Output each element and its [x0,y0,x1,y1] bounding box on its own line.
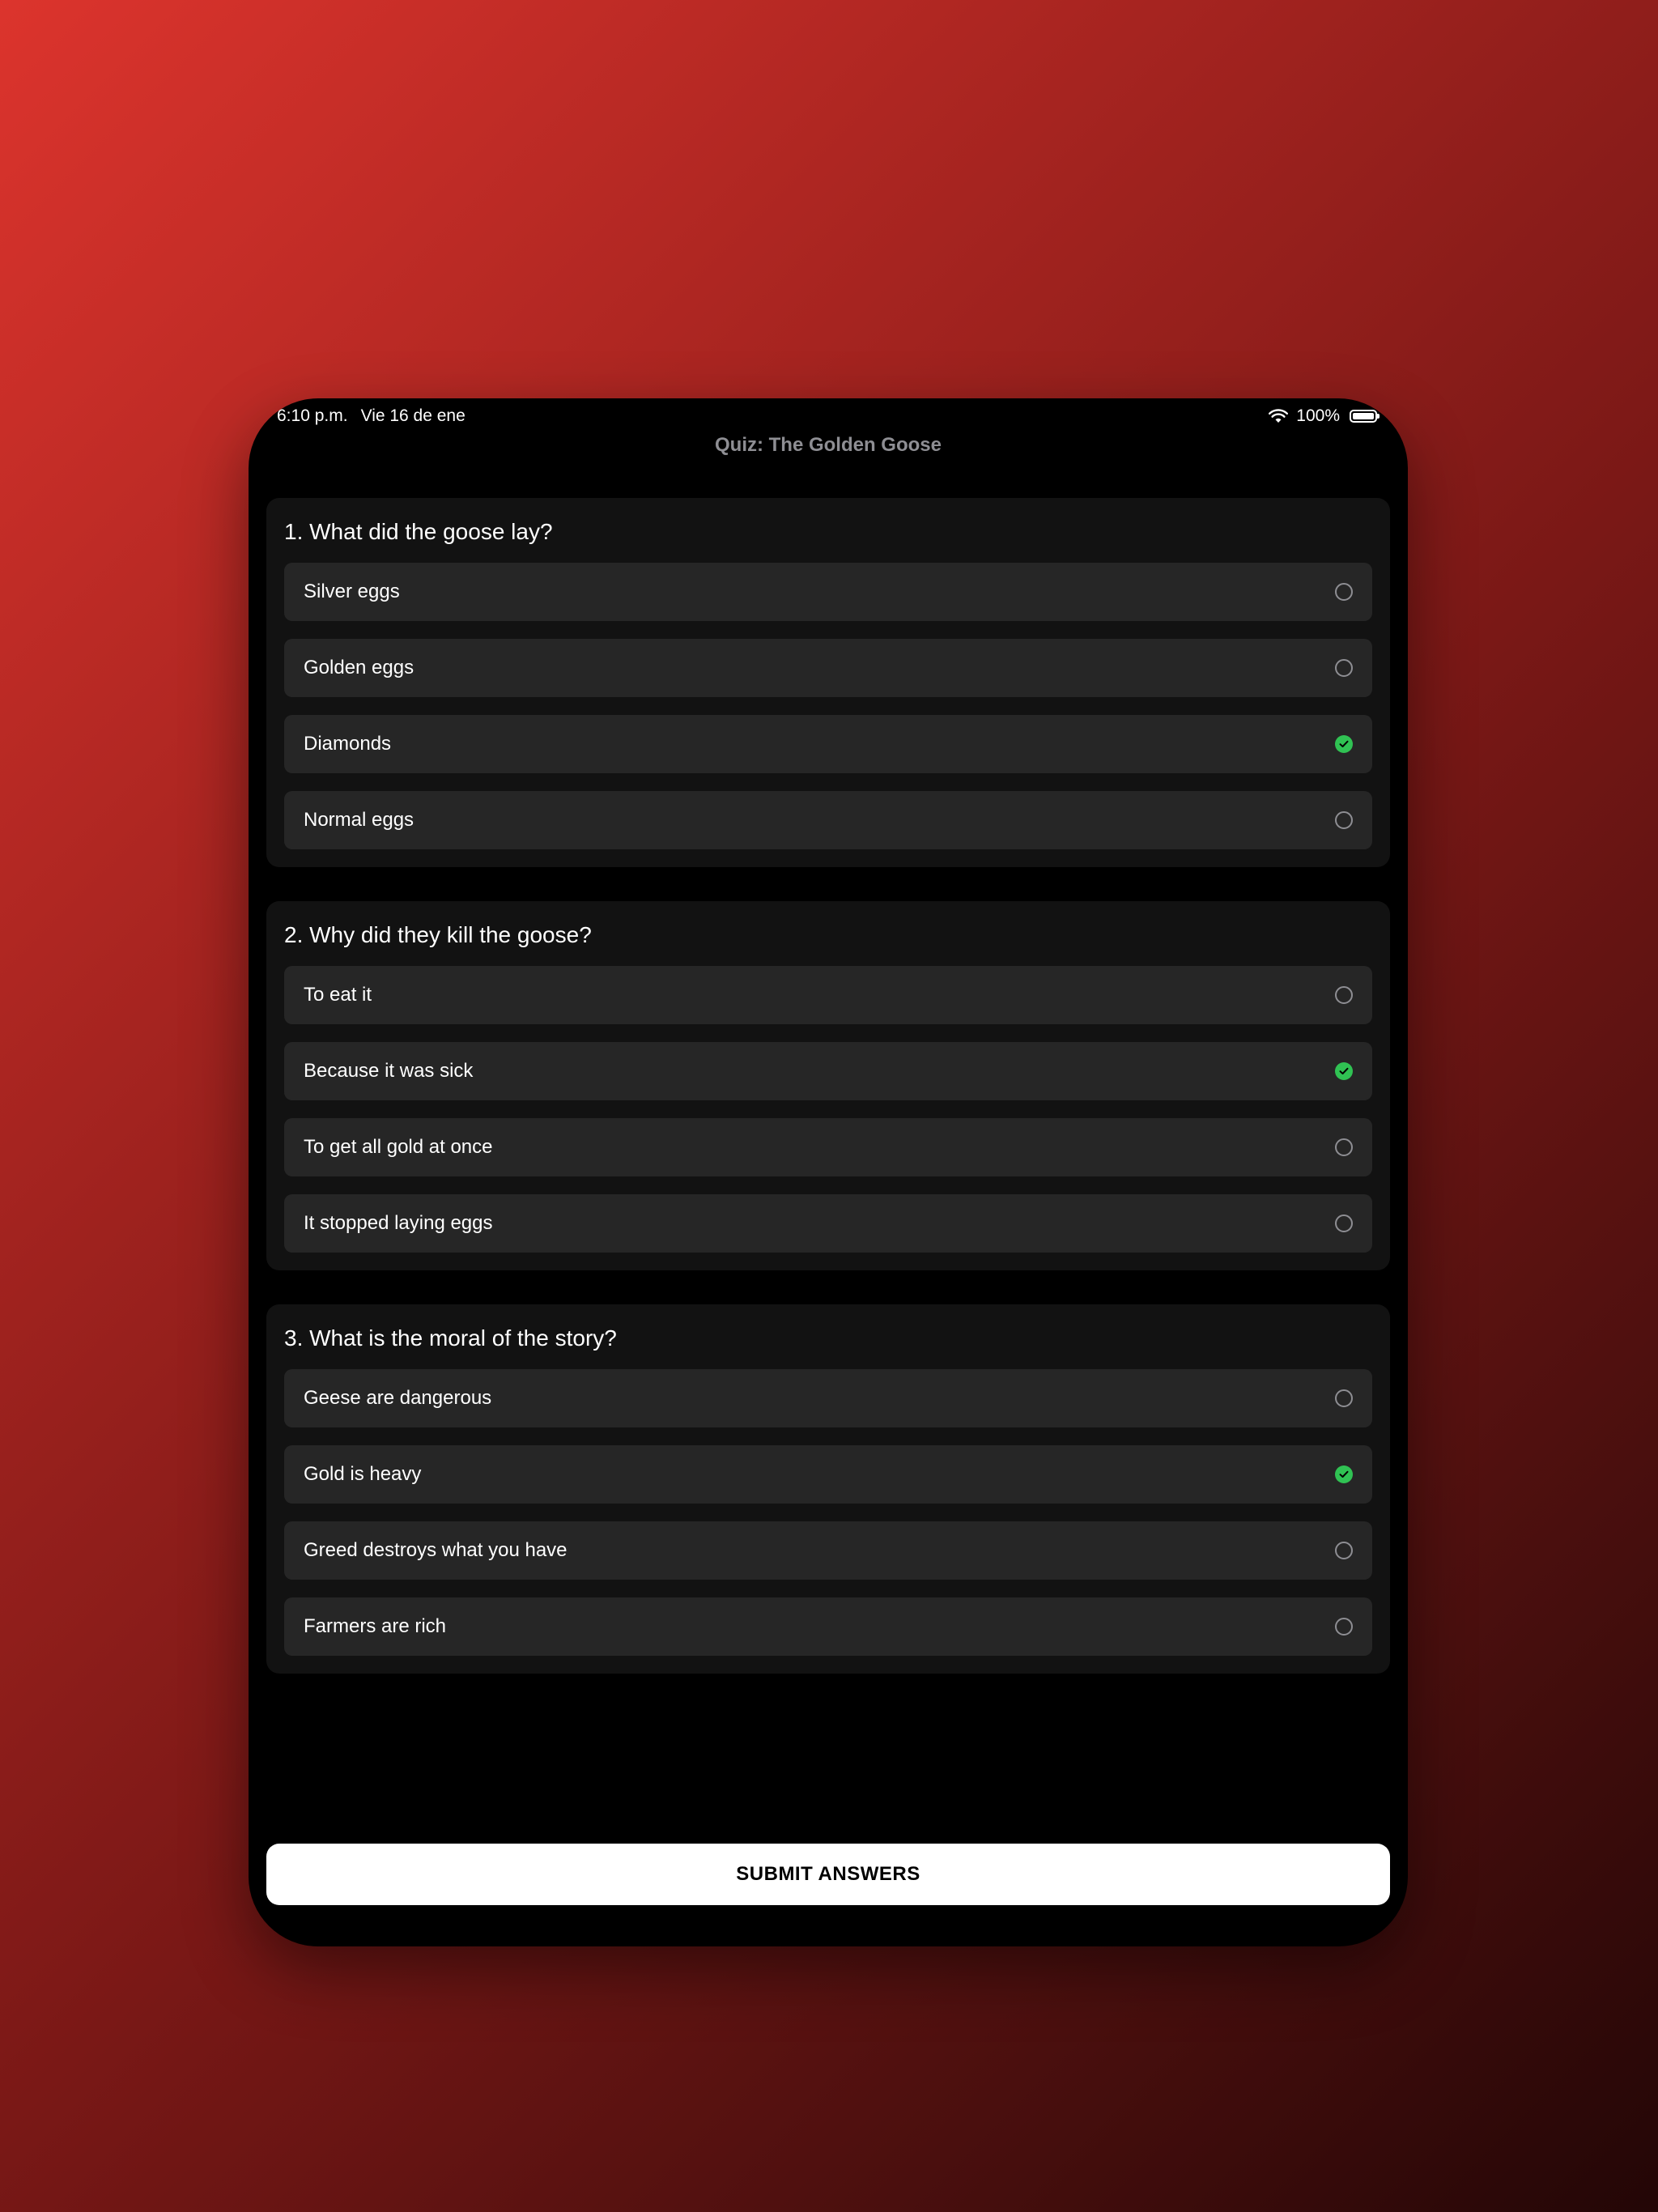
option-to-eat-it[interactable]: To eat it [284,966,1372,1024]
battery-icon [1350,410,1380,423]
question-card-3: 3. What is the moral of the story? Geese… [266,1304,1390,1674]
option-label: To eat it [304,984,372,1006]
option-label: Farmers are rich [304,1615,447,1637]
status-date: Vie 16 de ene [360,406,466,425]
radio-unchecked-icon[interactable] [1335,659,1353,677]
option-label: Because it was sick [304,1060,474,1082]
option-label: Normal eggs [304,809,414,831]
option-normal-eggs[interactable]: Normal eggs [284,791,1372,849]
radio-unchecked-icon[interactable] [1335,1542,1353,1559]
submit-answers-button[interactable]: SUBMIT ANSWERS [266,1844,1390,1905]
question-card-2: 2. Why did they kill the goose? To eat i… [266,901,1390,1270]
option-golden-eggs[interactable]: Golden eggs [284,639,1372,697]
question-title: 2. Why did they kill the goose? [284,922,592,947]
quiz-content: 1. What did the goose lay? Silver eggs G… [266,498,1390,1708]
status-left: 6:10 p.m. Vie 16 de ene [277,406,466,426]
status-bar: 6:10 p.m. Vie 16 de ene 100% [249,398,1408,434]
radio-unchecked-icon[interactable] [1335,583,1353,601]
option-label: To get all gold at once [304,1136,493,1158]
radio-unchecked-icon[interactable] [1335,1389,1353,1407]
question-title: 3. What is the moral of the story? [284,1325,617,1351]
option-farmers-are-rich[interactable]: Farmers are rich [284,1597,1372,1656]
radio-unchecked-icon[interactable] [1335,811,1353,829]
page-title: Quiz: The Golden Goose [714,434,942,456]
ipad-screen: 6:10 p.m. Vie 16 de ene 100% Quiz: The G… [249,398,1408,1946]
radio-unchecked-icon[interactable] [1335,1138,1353,1156]
status-right: 100% [1269,406,1380,426]
radio-unchecked-icon[interactable] [1335,1214,1353,1232]
option-label: Silver eggs [304,581,400,602]
option-label: It stopped laying eggs [304,1212,493,1234]
option-diamonds[interactable]: Diamonds [284,715,1372,773]
status-time: 6:10 p.m. [277,406,348,425]
radio-unchecked-icon[interactable] [1335,1618,1353,1636]
option-label: Diamonds [304,733,392,755]
option-gold-is-heavy[interactable]: Gold is heavy [284,1445,1372,1504]
battery-percent: 100% [1296,406,1340,425]
option-label: Gold is heavy [304,1463,422,1485]
option-greed-destroys[interactable]: Greed destroys what you have [284,1521,1372,1580]
option-silver-eggs[interactable]: Silver eggs [284,563,1372,621]
question-card-1: 1. What did the goose lay? Silver eggs G… [266,498,1390,867]
checkmark-circle-icon[interactable] [1335,735,1353,753]
radio-unchecked-icon[interactable] [1335,986,1353,1004]
option-label: Geese are dangerous [304,1387,492,1409]
question-title: 1. What did the goose lay? [284,519,553,544]
wifi-icon [1269,409,1289,423]
option-stopped-laying-eggs[interactable]: It stopped laying eggs [284,1194,1372,1253]
option-geese-are-dangerous[interactable]: Geese are dangerous [284,1369,1372,1427]
option-label: Golden eggs [304,657,414,678]
option-label: Greed destroys what you have [304,1539,568,1561]
checkmark-circle-icon[interactable] [1335,1465,1353,1483]
option-because-it-was-sick[interactable]: Because it was sick [284,1042,1372,1100]
checkmark-circle-icon[interactable] [1335,1062,1353,1080]
option-to-get-all-gold[interactable]: To get all gold at once [284,1118,1372,1176]
